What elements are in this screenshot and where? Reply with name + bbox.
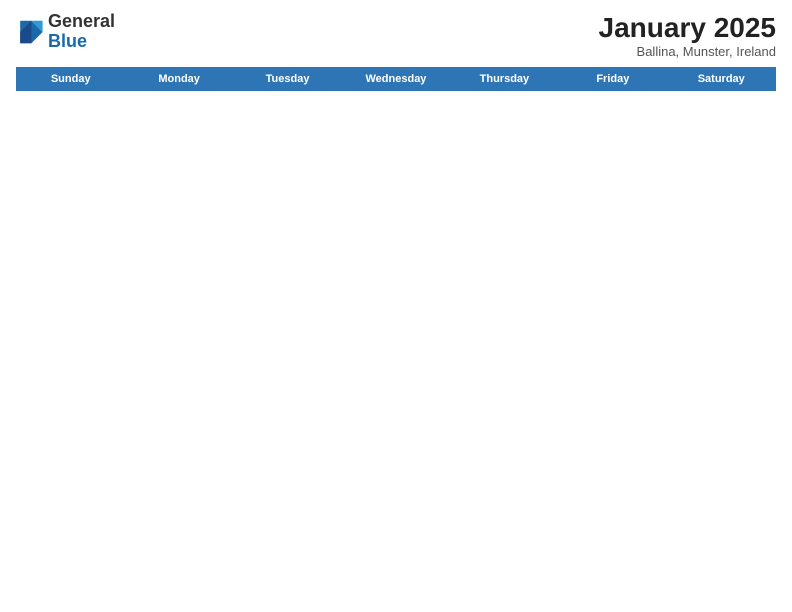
logo-icon — [16, 18, 44, 46]
col-friday: Friday — [559, 68, 667, 91]
col-tuesday: Tuesday — [233, 68, 341, 91]
location-subtitle: Ballina, Munster, Ireland — [599, 44, 776, 59]
col-thursday: Thursday — [450, 68, 558, 91]
logo-general: General — [48, 11, 115, 31]
logo-blue: Blue — [48, 31, 87, 51]
logo-text: General Blue — [48, 12, 115, 52]
title-block: January 2025 Ballina, Munster, Ireland — [599, 12, 776, 59]
page: General Blue January 2025 Ballina, Munst… — [0, 0, 792, 612]
col-monday: Monday — [125, 68, 233, 91]
header: General Blue January 2025 Ballina, Munst… — [16, 12, 776, 59]
col-wednesday: Wednesday — [342, 68, 450, 91]
calendar-header-row: Sunday Monday Tuesday Wednesday Thursday… — [17, 68, 776, 91]
calendar-table: Sunday Monday Tuesday Wednesday Thursday… — [16, 67, 776, 91]
col-saturday: Saturday — [667, 68, 775, 91]
logo: General Blue — [16, 12, 115, 52]
col-sunday: Sunday — [17, 68, 125, 91]
month-title: January 2025 — [599, 12, 776, 44]
